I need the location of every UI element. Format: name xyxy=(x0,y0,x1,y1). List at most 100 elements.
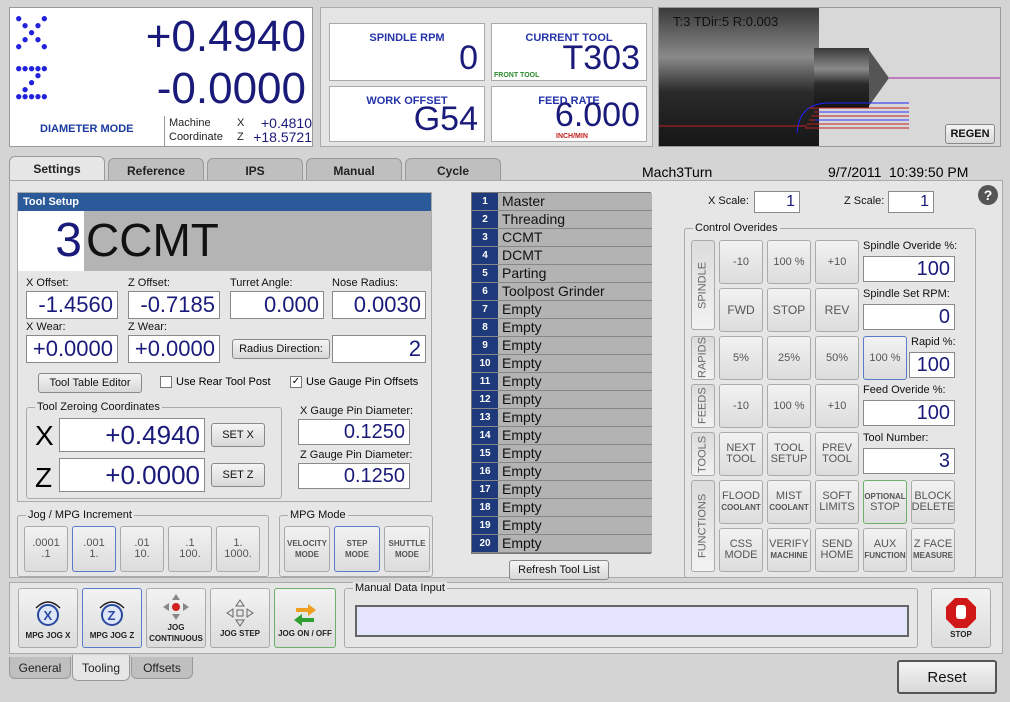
radius-direction-field[interactable]: 2 xyxy=(332,335,426,363)
mist-coolant-button[interactable]: MIST COOLANT xyxy=(767,480,811,524)
tool-list-row[interactable]: 19 Empty xyxy=(472,517,652,535)
tab-manual[interactable]: Manual xyxy=(306,158,402,180)
tool-list-row[interactable]: 5 Parting xyxy=(472,265,652,283)
spindle-stop-button[interactable]: STOP xyxy=(767,288,811,332)
tab-ips[interactable]: IPS xyxy=(207,158,303,180)
tool-list-row[interactable]: 7 Empty xyxy=(472,301,652,319)
reset-button[interactable]: Reset xyxy=(897,660,997,694)
mpg-mode-button[interactable]: VELOCITY MODE xyxy=(284,526,330,572)
jog-increment-button[interactable]: .0001.1 xyxy=(24,526,68,572)
tool-list-row[interactable]: 2 Threading xyxy=(472,211,652,229)
block-delete-button[interactable]: BLOCK DELETE xyxy=(911,480,955,524)
subtab-tooling[interactable]: Tooling xyxy=(72,655,130,681)
tool-list-row[interactable]: 4 DCMT xyxy=(472,247,652,265)
zero-z-field[interactable]: +0.0000 xyxy=(59,458,205,492)
tool-list-row[interactable]: 18 Empty xyxy=(472,499,652,517)
jog-step-button[interactable]: JOG STEP xyxy=(210,588,270,648)
tool-table-editor-button[interactable]: Tool Table Editor xyxy=(38,373,142,393)
tab-settings[interactable]: Settings xyxy=(9,156,105,182)
tool-list-row[interactable]: 6 Toolpost Grinder xyxy=(472,283,652,301)
tool-list-row[interactable]: 20 Empty xyxy=(472,535,652,553)
verify-machine-button[interactable]: VERIFY MACHINE xyxy=(767,528,811,572)
z-scale-field[interactable]: 1 xyxy=(888,191,934,213)
tool-list-row[interactable]: 14 Empty xyxy=(472,427,652,445)
set-z-button[interactable]: SET Z xyxy=(211,463,265,487)
tool-list-row[interactable]: 11 Empty xyxy=(472,373,652,391)
nose-radius-field[interactable]: 0.0030 xyxy=(332,291,426,319)
spindle-override-field[interactable]: 100 xyxy=(863,256,955,282)
next-tool-button[interactable]: NEXT TOOL xyxy=(719,432,763,476)
z-face-measure-button[interactable]: Z FACE MEASURE xyxy=(911,528,955,572)
spindle-fwd-button[interactable]: FWD xyxy=(719,288,763,332)
turret-angle-field[interactable]: 0.000 xyxy=(230,291,324,319)
tool-list-row[interactable]: 9 Empty xyxy=(472,337,652,355)
radius-direction-button[interactable]: Radius Direction: xyxy=(232,339,330,359)
set-x-button[interactable]: SET X xyxy=(211,423,265,447)
tool-setup-button[interactable]: TOOL SETUP xyxy=(767,432,811,476)
rapid-100-button[interactable]: 100 % xyxy=(863,336,907,380)
mpg-jog-z-button[interactable]: Z MPG JOG Z xyxy=(82,588,142,648)
tool-list-row[interactable]: 10 Empty xyxy=(472,355,652,373)
x-offset-field[interactable]: -1.4560 xyxy=(26,291,118,319)
z-gauge-pin-field[interactable]: 0.1250 xyxy=(298,463,410,489)
checkbox-empty[interactable] xyxy=(160,376,172,389)
spindle-rev-button[interactable]: REV xyxy=(815,288,859,332)
rapid-percent-field[interactable]: 100 xyxy=(909,352,955,378)
x-wear-field[interactable]: +0.0000 xyxy=(26,335,118,363)
tool-list-row[interactable]: 8 Empty xyxy=(472,319,652,337)
mdi-input[interactable] xyxy=(355,605,909,637)
help-icon[interactable]: ? xyxy=(978,185,998,205)
mpg-mode-button[interactable]: STEP MODE xyxy=(334,526,380,572)
tool-list-row[interactable]: 3 CCMT xyxy=(472,229,652,247)
rapid-50-button[interactable]: 50% xyxy=(815,336,859,380)
aux-function-button[interactable]: AUX FUNCTION xyxy=(863,528,907,572)
regen-button[interactable]: REGEN xyxy=(945,124,995,144)
feed-100-button[interactable]: 100 % xyxy=(767,384,811,428)
subtab-general[interactable]: General xyxy=(9,657,71,679)
checkbox-checked[interactable]: ✓ xyxy=(290,376,302,389)
tool-list-row[interactable]: 15 Empty xyxy=(472,445,652,463)
css-mode-button[interactable]: CSS MODE xyxy=(719,528,763,572)
rear-tool-post-checkbox[interactable]: Use Rear Tool Post xyxy=(160,376,271,389)
subtab-offsets[interactable]: Offsets xyxy=(131,657,193,679)
tool-list-row[interactable]: 16 Empty xyxy=(472,463,652,481)
spindle-set-rpm-field[interactable]: 0 xyxy=(863,304,955,330)
x-gauge-pin-field[interactable]: 0.1250 xyxy=(298,419,410,445)
gauge-pin-checkbox[interactable]: ✓ Use Gauge Pin Offsets xyxy=(290,376,418,389)
spindle-minus-10-button[interactable]: -10 xyxy=(719,240,763,284)
tab-reference[interactable]: Reference xyxy=(108,158,204,180)
flood-coolant-button[interactable]: FLOOD COOLANT xyxy=(719,480,763,524)
jog-increment-button[interactable]: 1. 1000. xyxy=(216,526,260,572)
soft-limits-button[interactable]: SOFT LIMITS xyxy=(815,480,859,524)
mpg-mode-button[interactable]: SHUTTLE MODE xyxy=(384,526,430,572)
jog-increment-button[interactable]: .001 1. xyxy=(72,526,116,572)
jog-increment-button[interactable]: .1 100. xyxy=(168,526,212,572)
jog-on-off-button[interactable]: JOG ON / OFF xyxy=(274,588,336,648)
jog-continuous-button[interactable]: JOG CONTINUOUS xyxy=(146,588,206,648)
mpg-jog-x-button[interactable]: X MPG JOG X xyxy=(18,588,78,648)
zero-x-field[interactable]: +0.4940 xyxy=(59,418,205,452)
optional-stop-button[interactable]: OPTIONAL STOP xyxy=(863,480,907,524)
z-wear-field[interactable]: +0.0000 xyxy=(128,335,220,363)
feed-override-field[interactable]: 100 xyxy=(863,400,955,426)
stop-button[interactable]: STOP xyxy=(931,588,991,648)
prev-tool-button[interactable]: PREV TOOL xyxy=(815,432,859,476)
tool-list-row[interactable]: 12 Empty xyxy=(472,391,652,409)
z-offset-field[interactable]: -0.7185 xyxy=(128,291,220,319)
send-home-button[interactable]: SEND HOME xyxy=(815,528,859,572)
x-scale-field[interactable]: 1 xyxy=(754,191,800,213)
rapid-5-button[interactable]: 5% xyxy=(719,336,763,380)
tab-cycle[interactable]: Cycle xyxy=(405,158,501,180)
refresh-tool-list-button[interactable]: Refresh Tool List xyxy=(509,560,609,580)
feed-plus-10-button[interactable]: +10 xyxy=(815,384,859,428)
tool-list-row[interactable]: 13 Empty xyxy=(472,409,652,427)
rapid-25-button[interactable]: 25% xyxy=(767,336,811,380)
tool-list-row[interactable]: 1 Master xyxy=(472,193,652,211)
tool-number-field[interactable]: 3 xyxy=(863,448,955,474)
spindle-plus-10-button[interactable]: +10 xyxy=(815,240,859,284)
tool-list-row[interactable]: 17 Empty xyxy=(472,481,652,499)
toolpath-preview[interactable]: T:3 TDir:5 R:0.003 REGEN xyxy=(658,7,1001,147)
feed-minus-10-button[interactable]: -10 xyxy=(719,384,763,428)
spindle-100-button[interactable]: 100 % xyxy=(767,240,811,284)
jog-increment-button[interactable]: .01 10. xyxy=(120,526,164,572)
